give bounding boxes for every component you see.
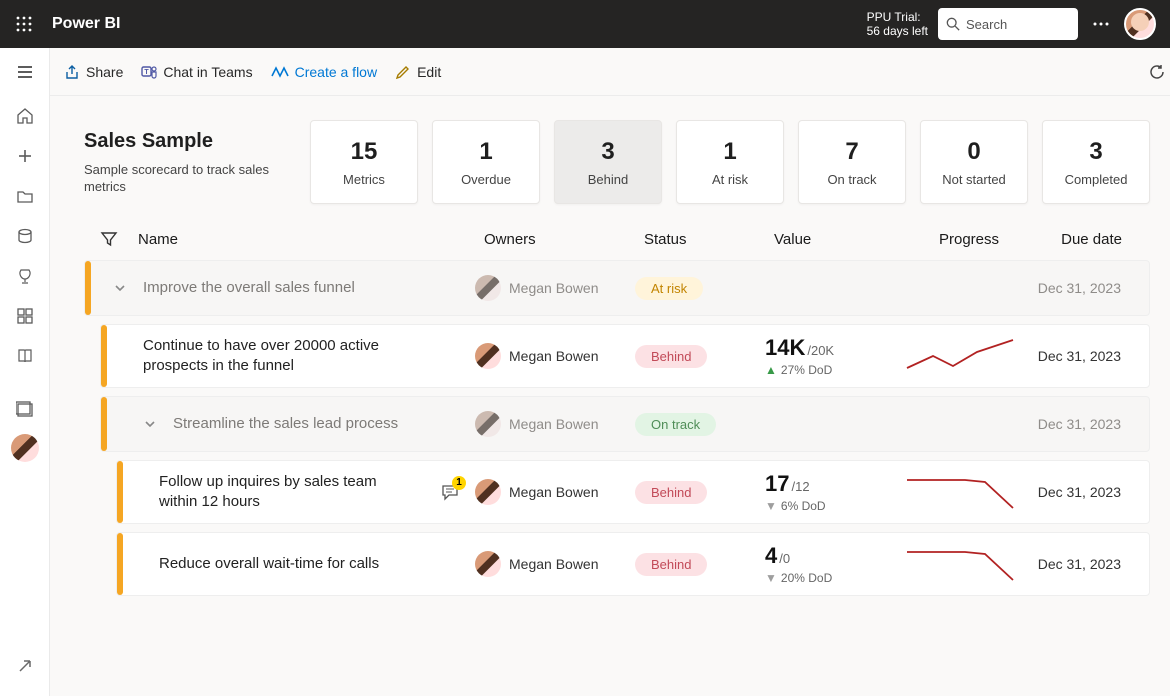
browse-icon[interactable] bbox=[0, 176, 50, 216]
owner-name: Megan Bowen bbox=[509, 416, 599, 432]
value-target: /0 bbox=[779, 551, 790, 566]
value-target: /12 bbox=[791, 479, 809, 494]
status-badge: Behind bbox=[635, 553, 707, 576]
summary-card-at-risk[interactable]: 1 At risk bbox=[676, 120, 784, 204]
more-icon[interactable] bbox=[1092, 15, 1110, 33]
value-delta: ▼20% DoD bbox=[765, 571, 885, 585]
summary-value: 3 bbox=[601, 138, 614, 166]
metric-name: Reduce overall wait-time for calls bbox=[159, 554, 379, 574]
summary-label: At risk bbox=[712, 172, 748, 187]
summary-label: On track bbox=[827, 172, 876, 187]
due-date: Dec 31, 2023 bbox=[1035, 484, 1149, 500]
sparkline bbox=[905, 546, 1015, 582]
page-subtitle: Sample scorecard to track sales metrics bbox=[84, 161, 294, 195]
value-delta: ▼6% DoD bbox=[765, 499, 885, 513]
owner-name: Megan Bowen bbox=[509, 348, 599, 364]
note-icon[interactable]: 1 bbox=[441, 483, 459, 501]
metric-name: Improve the overall sales funnel bbox=[143, 278, 355, 298]
sparkline bbox=[905, 338, 1015, 374]
due-date: Dec 31, 2023 bbox=[1035, 348, 1149, 364]
value-main: 4 bbox=[765, 543, 777, 568]
metric-name: Streamline the sales lead process bbox=[173, 414, 398, 434]
table-row[interactable]: Streamline the sales lead process Megan … bbox=[100, 396, 1150, 452]
owner-avatar bbox=[475, 551, 501, 577]
chat-teams-button[interactable]: T Chat in Teams bbox=[141, 64, 252, 80]
status-badge: On track bbox=[635, 413, 716, 436]
app-brand: Power BI bbox=[52, 15, 120, 33]
summary-value: 15 bbox=[351, 138, 378, 166]
home-icon[interactable] bbox=[0, 96, 50, 136]
expand-rail-icon[interactable] bbox=[0, 646, 50, 686]
status-badge: Behind bbox=[635, 481, 707, 504]
summary-value: 1 bbox=[723, 138, 736, 166]
table-row[interactable]: Improve the overall sales funnel Megan B… bbox=[84, 260, 1150, 316]
chevron-down-icon[interactable] bbox=[143, 417, 157, 431]
owner-name: Megan Bowen bbox=[509, 484, 599, 500]
learn-icon[interactable] bbox=[0, 336, 50, 376]
col-status[interactable]: Status bbox=[644, 231, 774, 248]
metric-name: Continue to have over 20000 active prosp… bbox=[143, 336, 403, 376]
table-row[interactable]: Reduce overall wait-time for calls Megan… bbox=[116, 532, 1150, 596]
search-input[interactable]: Search bbox=[938, 8, 1078, 40]
share-button[interactable]: Share bbox=[64, 64, 123, 80]
nav-toggle[interactable] bbox=[0, 48, 49, 96]
summary-value: 1 bbox=[479, 138, 492, 166]
summary-card-metrics[interactable]: 15 Metrics bbox=[310, 120, 418, 204]
col-due[interactable]: Due date bbox=[1044, 231, 1150, 248]
user-avatar[interactable] bbox=[1124, 8, 1156, 40]
owner-name: Megan Bowen bbox=[509, 556, 599, 572]
workspaces-icon[interactable] bbox=[0, 390, 50, 430]
owner-name: Megan Bowen bbox=[509, 280, 599, 296]
summary-card-overdue[interactable]: 1 Overdue bbox=[432, 120, 540, 204]
summary-label: Not started bbox=[942, 172, 1006, 187]
chevron-down-icon[interactable] bbox=[113, 281, 127, 295]
value-main: 17 bbox=[765, 471, 789, 496]
summary-card-behind[interactable]: 3 Behind bbox=[554, 120, 662, 204]
create-flow-button[interactable]: Create a flow bbox=[271, 64, 377, 80]
summary-card-completed[interactable]: 3 Completed bbox=[1042, 120, 1150, 204]
col-name[interactable]: Name bbox=[138, 231, 178, 248]
datahub-icon[interactable] bbox=[0, 216, 50, 256]
owner-avatar bbox=[475, 275, 501, 301]
summary-value: 3 bbox=[1089, 138, 1102, 166]
summary-label: Overdue bbox=[461, 172, 511, 187]
col-value[interactable]: Value bbox=[774, 231, 894, 248]
table-row[interactable]: Follow up inquires by sales team within … bbox=[116, 460, 1150, 524]
owner-avatar bbox=[475, 479, 501, 505]
value-main: 14K bbox=[765, 335, 805, 360]
summary-label: Behind bbox=[588, 172, 628, 187]
metrics-icon[interactable] bbox=[0, 256, 50, 296]
page-title: Sales Sample bbox=[84, 130, 294, 153]
due-date: Dec 31, 2023 bbox=[1035, 416, 1149, 432]
summary-label: Metrics bbox=[343, 172, 385, 187]
filter-icon[interactable] bbox=[100, 230, 118, 248]
search-icon bbox=[946, 17, 960, 31]
summary-label: Completed bbox=[1065, 172, 1128, 187]
workspace-avatar[interactable] bbox=[0, 430, 50, 470]
create-icon[interactable] bbox=[0, 136, 50, 176]
table-row[interactable]: Continue to have over 20000 active prosp… bbox=[100, 324, 1150, 388]
sparkline bbox=[905, 474, 1015, 510]
edit-button[interactable]: Edit bbox=[395, 64, 441, 80]
summary-value: 7 bbox=[845, 138, 858, 166]
owner-avatar bbox=[475, 411, 501, 437]
due-date: Dec 31, 2023 bbox=[1035, 280, 1149, 296]
value-delta: ▲27% DoD bbox=[765, 363, 885, 377]
owner-avatar bbox=[475, 343, 501, 369]
apps-icon[interactable] bbox=[0, 296, 50, 336]
refresh-button[interactable] bbox=[1148, 63, 1166, 81]
trial-status: PPU Trial: 56 days left bbox=[867, 10, 928, 38]
col-owners[interactable]: Owners bbox=[484, 231, 644, 248]
summary-card-not-started[interactable]: 0 Not started bbox=[920, 120, 1028, 204]
status-badge: At risk bbox=[635, 277, 703, 300]
metric-name: Follow up inquires by sales team within … bbox=[159, 472, 419, 512]
svg-text:T: T bbox=[145, 69, 150, 76]
summary-card-on-track[interactable]: 7 On track bbox=[798, 120, 906, 204]
app-launcher-icon[interactable] bbox=[0, 16, 48, 32]
col-progress[interactable]: Progress bbox=[894, 231, 1044, 248]
summary-value: 0 bbox=[967, 138, 980, 166]
status-badge: Behind bbox=[635, 345, 707, 368]
due-date: Dec 31, 2023 bbox=[1035, 556, 1149, 572]
value-target: /20K bbox=[807, 343, 834, 358]
